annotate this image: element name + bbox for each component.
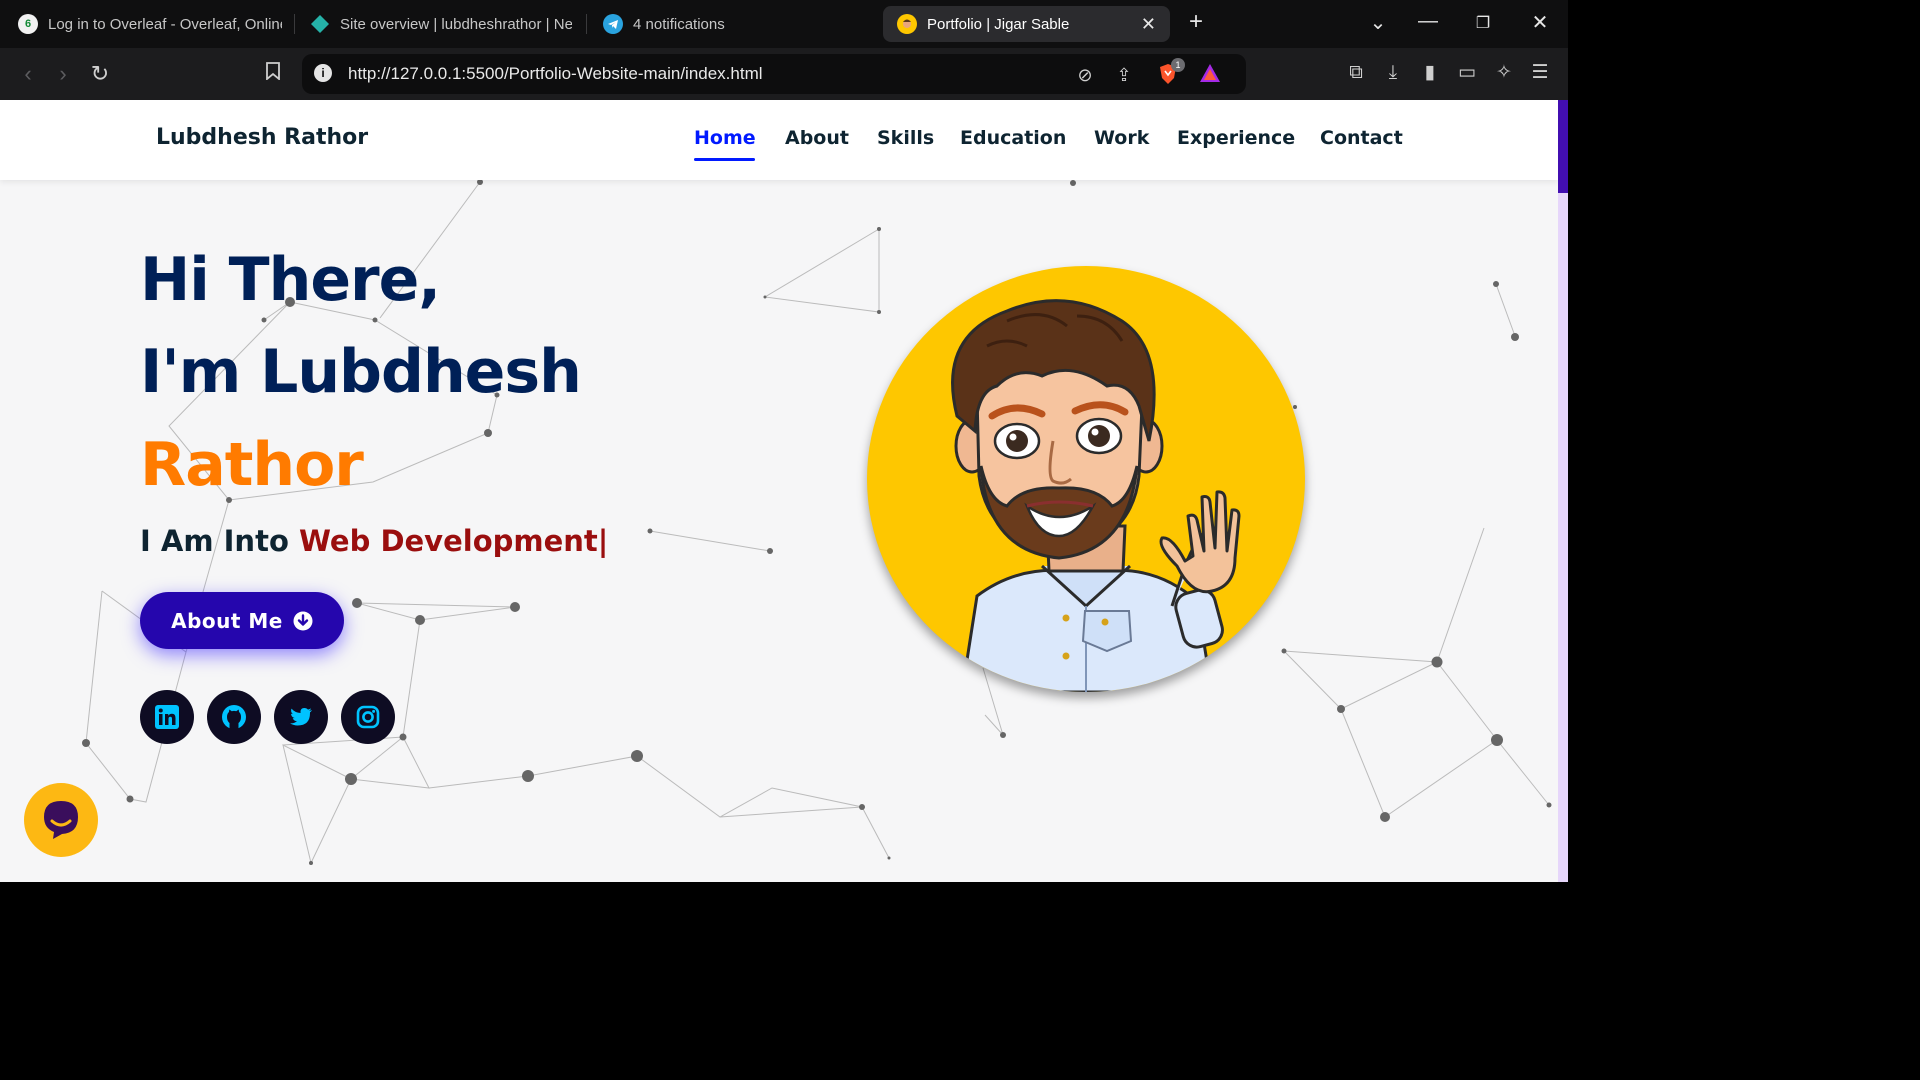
extensions-icon[interactable]: ⧉	[1343, 60, 1369, 86]
chat-widget-button[interactable]	[24, 783, 98, 857]
chat-bubble-icon	[44, 801, 78, 839]
scrollbar-track[interactable]	[1558, 100, 1568, 882]
twitter-button[interactable]	[274, 690, 328, 744]
hero-intro: I'm Lubdhesh	[140, 337, 582, 407]
typed-prefix: I Am Into	[140, 524, 299, 558]
site-info-icon[interactable]: i	[314, 64, 332, 82]
minimize-icon[interactable]: —	[1413, 10, 1443, 33]
reload-icon[interactable]: ↻	[86, 60, 114, 88]
about-me-label: About Me	[171, 608, 283, 633]
instagram-icon	[356, 705, 380, 729]
forward-icon[interactable]: ›	[49, 60, 77, 88]
url-text[interactable]: http://127.0.0.1:5500/Portfolio-Website-…	[348, 64, 763, 84]
downloads-icon[interactable]: ⤓	[1380, 60, 1406, 86]
restore-icon[interactable]: ❐	[1468, 13, 1498, 33]
menu-icon[interactable]: ☰	[1527, 60, 1553, 86]
avatar-icon	[897, 14, 917, 34]
arrow-circle-down-icon	[293, 611, 313, 630]
tab-separator	[586, 14, 587, 34]
bitmoji-avatar-image	[951, 299, 1241, 692]
share-icon[interactable]: ⇪	[1112, 63, 1136, 87]
profile-avatar	[867, 266, 1305, 692]
nav-about[interactable]: About	[785, 127, 849, 149]
linkedin-icon	[155, 705, 179, 729]
tab-overleaf[interactable]: 6 Log in to Overleaf - Overleaf, Online	[18, 6, 282, 42]
netlify-icon	[310, 14, 330, 34]
browser-toolbar: ‹ › ↻ i http://127.0.0.1:5500/Portfolio-…	[0, 48, 1568, 100]
close-tab-icon[interactable]: ✕	[1141, 14, 1156, 35]
nav-contact[interactable]: Contact	[1320, 127, 1403, 149]
tab-portfolio-active[interactable]: Portfolio | Jigar Sable ✕	[883, 6, 1170, 42]
sidebar-icon[interactable]: ▮	[1417, 60, 1443, 86]
overleaf-icon: 6	[18, 14, 38, 34]
twitter-icon	[290, 708, 312, 726]
hero-typed-line: I Am Into Web Development|	[140, 524, 608, 558]
tab-netlify[interactable]: Site overview | lubdheshrathor | Net	[310, 6, 572, 42]
hero-greeting: Hi There,	[140, 245, 441, 315]
site-navbar: Lubdhesh Rathor Home About Skills Educat…	[0, 100, 1558, 180]
active-nav-underline	[694, 158, 755, 161]
tab-list-chevron-icon[interactable]: ⌄	[1363, 10, 1393, 35]
nav-education[interactable]: Education	[960, 127, 1066, 149]
nav-experience[interactable]: Experience	[1177, 127, 1295, 149]
bookmark-icon[interactable]	[259, 60, 287, 88]
wallet-icon[interactable]: ▭	[1454, 60, 1480, 86]
new-tab-button[interactable]: +	[1181, 8, 1211, 36]
typed-word: Web Development|	[298, 524, 609, 558]
tab-title: Site overview | lubdheshrathor | Net	[340, 15, 572, 33]
shields-count-badge: 1	[1171, 58, 1185, 72]
nav-skills[interactable]: Skills	[877, 127, 934, 149]
back-icon[interactable]: ‹	[14, 60, 42, 88]
instagram-button[interactable]	[341, 690, 395, 744]
address-bar[interactable]: i http://127.0.0.1:5500/Portfolio-Websit…	[302, 54, 1246, 94]
nav-home[interactable]: Home	[694, 127, 756, 149]
brave-rewards-icon[interactable]	[1198, 63, 1222, 87]
close-window-icon[interactable]: ✕	[1525, 10, 1555, 35]
reader-mode-off-icon[interactable]: ⊘	[1073, 63, 1097, 87]
leo-ai-icon[interactable]: ✧	[1491, 60, 1517, 86]
portfolio-page: Lubdhesh Rathor Home About Skills Educat…	[0, 100, 1568, 882]
github-button[interactable]	[207, 690, 261, 744]
tab-title: Portfolio | Jigar Sable	[927, 15, 1070, 33]
linkedin-button[interactable]	[140, 690, 194, 744]
tab-telegram[interactable]: 4 notifications	[603, 6, 853, 42]
browser-tab-bar: 6 Log in to Overleaf - Overleaf, Online …	[0, 0, 1568, 48]
nav-work[interactable]: Work	[1094, 127, 1149, 149]
site-brand[interactable]: Lubdhesh Rathor	[156, 125, 368, 150]
scrollbar-thumb[interactable]	[1558, 100, 1568, 193]
tab-title: Log in to Overleaf - Overleaf, Online	[48, 15, 282, 33]
github-icon	[222, 705, 246, 729]
telegram-icon	[603, 14, 623, 34]
tab-title: 4 notifications	[633, 15, 725, 33]
tab-separator	[294, 14, 295, 34]
hero-surname: Rathor	[140, 430, 364, 500]
about-me-button[interactable]: About Me	[140, 592, 344, 649]
